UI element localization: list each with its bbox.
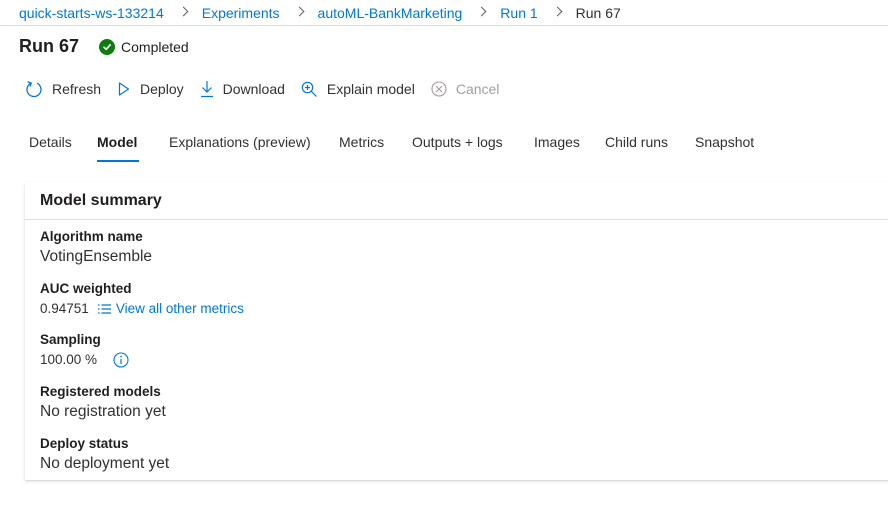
tab-model[interactable]: Model xyxy=(97,134,137,150)
view-metrics-link[interactable]: View all other metrics xyxy=(97,299,244,319)
status-badge: Completed xyxy=(99,38,189,55)
sampling-value: 100.00 % xyxy=(40,352,98,367)
breadcrumb-parent-run-link[interactable]: Run 1 xyxy=(500,5,537,21)
play-icon xyxy=(118,82,130,96)
deploy-button[interactable]: Deploy xyxy=(117,81,184,97)
auc-field: AUC weighted 0.94751 View all other metr… xyxy=(40,281,244,319)
algorithm-label: Algorithm name xyxy=(40,229,143,244)
zoom-in-icon xyxy=(301,81,317,97)
auc-value: 0.94751 xyxy=(40,301,89,316)
download-icon xyxy=(200,81,213,98)
auc-label: AUC weighted xyxy=(40,281,132,296)
tab-images[interactable]: Images xyxy=(534,134,580,150)
sampling-field: Sampling 100.00 % xyxy=(40,332,129,370)
breadcrumb: quick-starts-ws-133214 Experiments autoM… xyxy=(0,0,888,26)
deploy-label: Deploy xyxy=(140,81,184,97)
chevron-right-icon xyxy=(552,6,563,17)
breadcrumb-experiments-link[interactable]: Experiments xyxy=(202,5,280,21)
refresh-label: Refresh xyxy=(52,81,102,97)
deploy-status-label: Deploy status xyxy=(40,436,129,451)
tab-snapshot[interactable]: Snapshot xyxy=(695,134,754,150)
tab-explanations[interactable]: Explanations (preview) xyxy=(169,134,311,150)
run-header: Run 67 Completed xyxy=(19,36,189,57)
cancel-icon xyxy=(431,81,447,97)
cancel-label: Cancel xyxy=(455,81,500,97)
breadcrumb-workspace-link[interactable]: quick-starts-ws-133214 xyxy=(19,5,164,21)
cancel-button[interactable]: Cancel xyxy=(431,81,500,97)
algorithm-value: VotingEnsemble xyxy=(40,248,153,265)
deploy-status-value: No deployment yet xyxy=(40,455,170,472)
download-button[interactable]: Download xyxy=(200,80,285,98)
chevron-right-icon xyxy=(294,6,304,17)
algorithm-field: Algorithm name VotingEnsemble xyxy=(40,229,152,267)
tab-outputs-logs[interactable]: Outputs + logs xyxy=(412,134,503,150)
refresh-button[interactable]: Refresh xyxy=(25,80,101,98)
card-title: Model summary xyxy=(25,182,888,220)
explain-model-button[interactable]: Explain model xyxy=(301,81,415,98)
checkmark-icon xyxy=(99,38,116,55)
tab-metrics[interactable]: Metrics xyxy=(339,134,384,150)
tab-child-runs[interactable]: Child runs xyxy=(605,134,668,150)
refresh-icon xyxy=(26,81,42,98)
command-bar: Refresh Deploy Download Explain model Ca… xyxy=(25,79,515,99)
chevron-right-icon xyxy=(178,6,189,17)
deploy-status-field: Deploy status No deployment yet xyxy=(40,436,169,474)
registered-models-value: No registration yet xyxy=(40,403,166,420)
tab-details[interactable]: Details xyxy=(29,134,72,150)
sampling-label: Sampling xyxy=(40,332,101,347)
explain-model-label: Explain model xyxy=(326,81,415,97)
auc-value-row: 0.94751 View all other metrics xyxy=(40,299,244,319)
registered-models-field: Registered models No registration yet xyxy=(40,384,166,422)
sampling-value-row: 100.00 % xyxy=(40,350,129,370)
chevron-right-icon xyxy=(476,6,487,17)
breadcrumb-current: Run 67 xyxy=(575,4,621,21)
list-icon xyxy=(97,304,111,314)
status-text: Completed xyxy=(121,38,189,55)
active-tab-indicator xyxy=(97,160,139,162)
download-label: Download xyxy=(222,81,285,97)
model-summary-card: Model summary Algorithm name VotingEnsem… xyxy=(25,182,888,480)
view-metrics-label: View all other metrics xyxy=(115,301,244,316)
registered-models-label: Registered models xyxy=(40,384,161,399)
page-title: Run 67 xyxy=(19,36,80,56)
breadcrumb-experiment-link[interactable]: autoML-BankMarketing xyxy=(318,5,463,21)
info-icon[interactable] xyxy=(113,352,129,368)
